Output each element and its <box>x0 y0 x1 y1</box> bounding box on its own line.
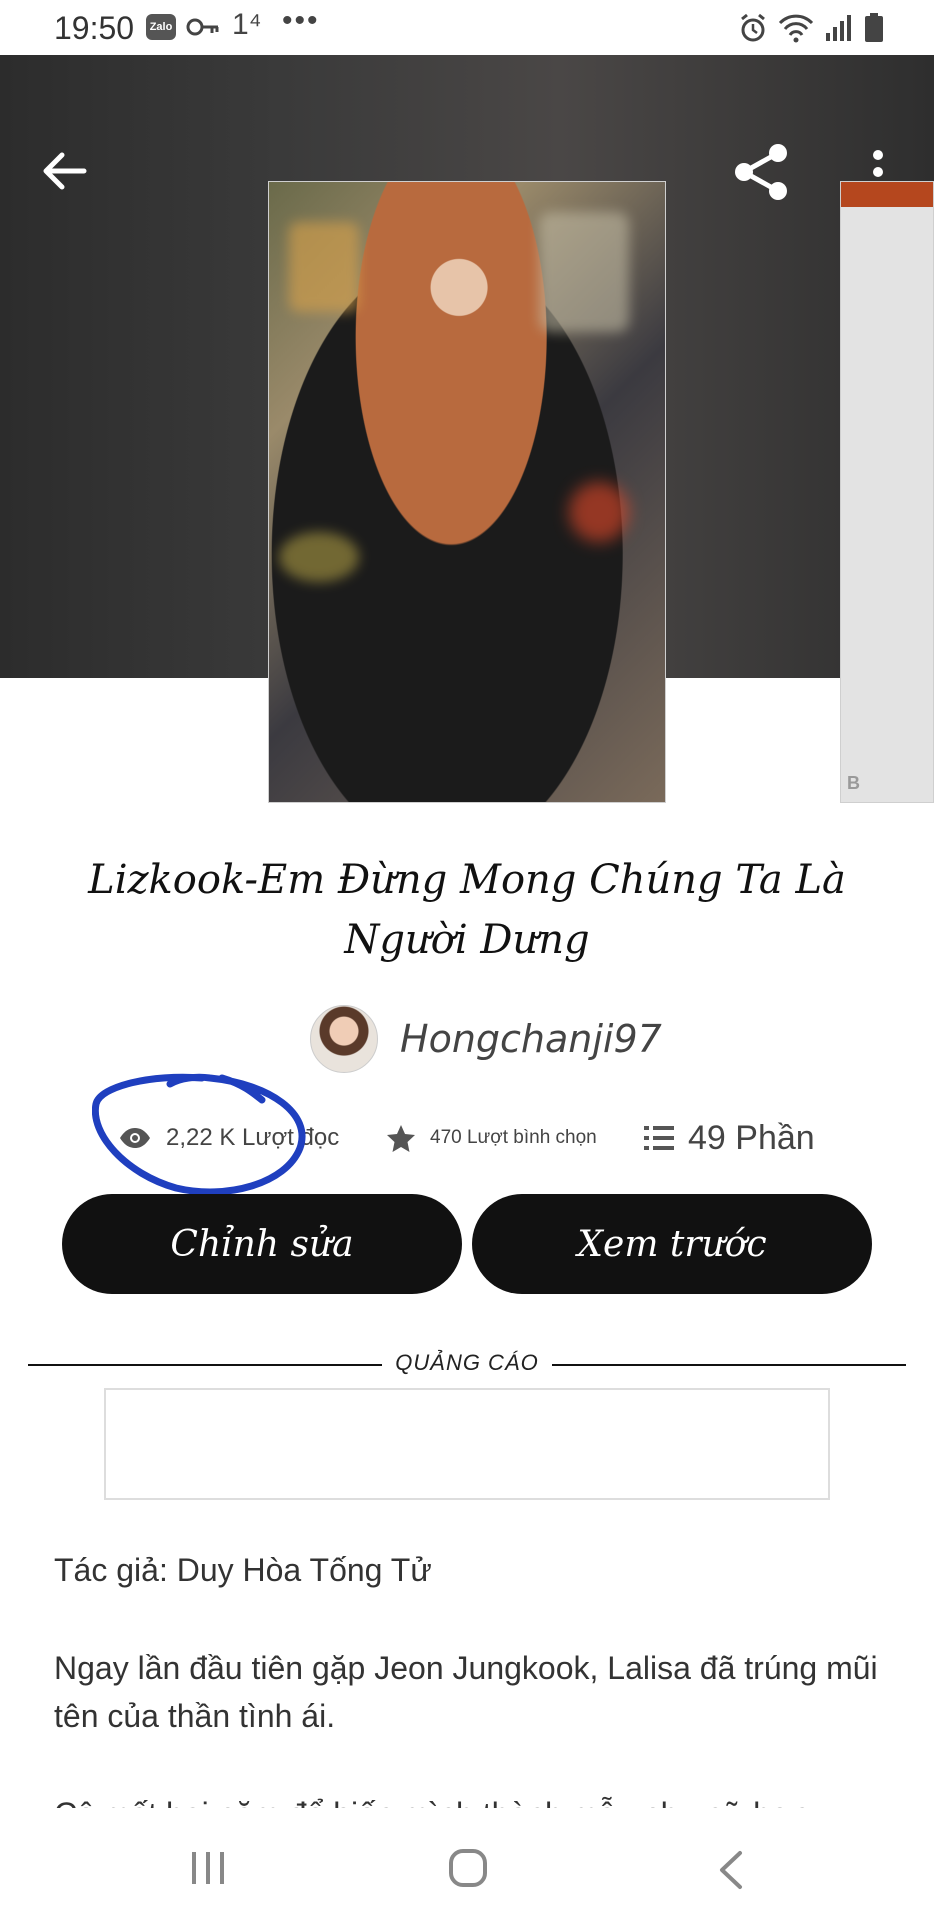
votes-count: 470 Lượt bình chọn <box>430 1127 597 1148</box>
signal-icon <box>826 15 851 41</box>
reads-count: 2,22 K Lượt đọc <box>166 1124 340 1151</box>
description-paragraph: Ngay lần đầu tiên gặp Jeon Jungkook, Lal… <box>54 1650 878 1734</box>
reads-stat: 2,22 K Lượt đọc <box>118 1112 339 1164</box>
home-icon[interactable] <box>448 1848 488 1888</box>
sim-indicator-icon: 1⁴ <box>232 8 262 41</box>
ad-slot[interactable] <box>104 1388 830 1500</box>
recent-apps-icon[interactable] <box>188 1850 228 1886</box>
votes-stat: 470 Lượt bình chọn <box>386 1112 597 1164</box>
story-title: Lizkook-Em Đừng Mong Chúng Ta Là Người D… <box>88 857 846 963</box>
key-icon <box>186 14 220 45</box>
system-nav-bar <box>0 1808 934 1920</box>
description-author-line: Tác giả: Duy Hòa Tống Tử <box>54 1552 432 1588</box>
ad-label: QUẢNG CÁO <box>382 1350 552 1376</box>
author-avatar[interactable] <box>310 1005 378 1073</box>
description-paragraph: Cô mất hai năm để biến mình thành mẫu ph… <box>54 1790 894 1808</box>
cover-watermark: B <box>847 773 860 793</box>
next-story-cover-image[interactable]: B <box>840 181 934 803</box>
more-notifications-icon: ••• <box>282 4 320 37</box>
zalo-icon: Zalo <box>146 14 176 40</box>
nav-back-icon[interactable] <box>716 1850 746 1890</box>
star-icon <box>387 1125 415 1152</box>
alarm-icon <box>741 13 765 42</box>
system-icons <box>738 10 884 46</box>
wifi-icon <box>778 14 814 43</box>
parts-stat[interactable]: 49 Phần <box>644 1112 815 1164</box>
back-icon[interactable] <box>40 151 88 191</box>
status-time: 19:50 <box>54 10 135 46</box>
list-icon <box>644 1126 674 1150</box>
battery-icon <box>865 13 883 42</box>
author-name[interactable]: Hongchanji97 <box>400 1017 662 1061</box>
eye-icon <box>120 1128 150 1148</box>
description-viewport: Tác giả: Duy Hòa Tống Tử Ngay lần đầu ti… <box>0 1546 934 1808</box>
preview-button[interactable]: Xem trước <box>472 1194 872 1294</box>
story-description: Tác giả: Duy Hòa Tống Tử Ngay lần đầu ti… <box>54 1546 894 1808</box>
status-bar: 19:50 Zalo 1⁴ ••• <box>0 0 934 55</box>
story-stats: 2,22 K Lượt đọc 470 Lượt bình chọn 49 Ph… <box>118 1112 878 1164</box>
story-cover-image[interactable] <box>268 181 666 803</box>
edit-button[interactable]: Chỉnh sửa <box>62 1194 462 1294</box>
share-icon[interactable] <box>732 143 790 201</box>
author-row[interactable]: Hongchanji97 <box>310 1004 662 1074</box>
parts-count: 49 Phần <box>688 1118 815 1157</box>
